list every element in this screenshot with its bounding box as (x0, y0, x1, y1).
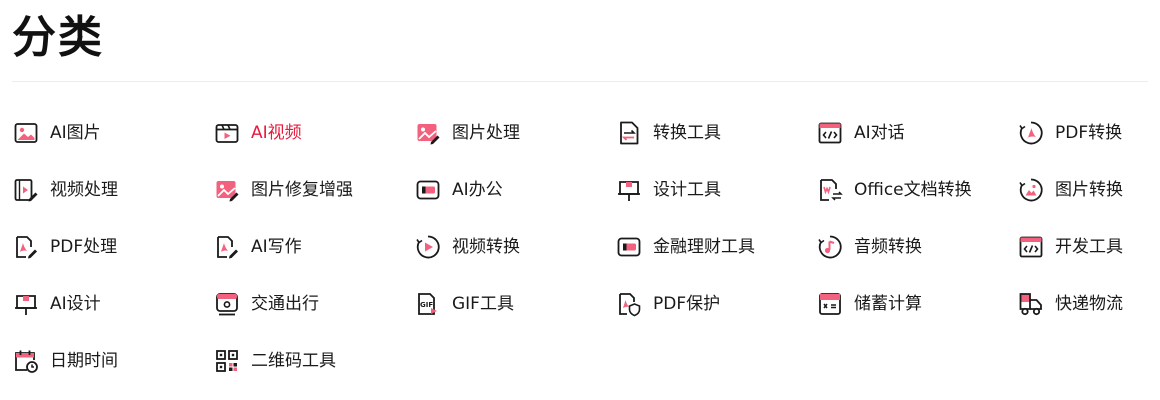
category-label: 二维码工具 (251, 351, 336, 371)
category-label: AI图片 (50, 123, 101, 143)
train-icon (213, 290, 241, 318)
category-label: 日期时间 (50, 351, 118, 371)
category-item-5[interactable]: AI对话 (816, 113, 1017, 153)
category-item-21[interactable]: GIF工具 (414, 284, 615, 324)
title-divider (12, 81, 1148, 82)
qr-code-icon (213, 347, 241, 375)
category-item-15[interactable]: 视频转换 (414, 227, 615, 267)
category-item-26[interactable]: 二维码工具 (213, 341, 414, 381)
category-label: PDF转换 (1055, 123, 1123, 143)
category-label: AI写作 (251, 237, 302, 257)
ai-design-board-icon (12, 290, 40, 318)
category-item-18[interactable]: 开发工具 (1017, 227, 1148, 267)
category-item-19[interactable]: AI设计 (12, 284, 213, 324)
category-label: 设计工具 (653, 180, 721, 200)
category-label: AI设计 (50, 294, 101, 314)
category-label: AI对话 (854, 123, 905, 143)
category-item-13[interactable]: PDF处理 (12, 227, 213, 267)
category-item-11[interactable]: Office文档转换 (816, 170, 1017, 210)
category-label: 快递物流 (1055, 294, 1123, 314)
category-item-10[interactable]: 设计工具 (615, 170, 816, 210)
category-label: PDF处理 (50, 237, 118, 257)
image-convert-icon (1017, 176, 1045, 204)
category-grid: AI图片 AI视频 图片处理 转换工具 AI对话 PDF转换 视频处理 图片修复… (12, 113, 1148, 398)
gif-file-icon (414, 290, 442, 318)
pdf-shield-icon (615, 290, 643, 318)
pdf-write-icon (213, 233, 241, 261)
category-label: GIF工具 (452, 294, 514, 314)
category-page: 分类 AI图片 AI视频 图片处理 转换工具 AI对话 PDF转换 视频处理 图… (0, 0, 1160, 400)
category-item-24[interactable]: 快递物流 (1017, 284, 1148, 324)
category-label: 交通出行 (251, 294, 319, 314)
image-repair-icon (213, 176, 241, 204)
category-item-25[interactable]: 日期时间 (12, 341, 213, 381)
category-item-7[interactable]: 视频处理 (12, 170, 213, 210)
delivery-truck-icon (1017, 290, 1045, 318)
pdf-convert-icon (1017, 119, 1045, 147)
page-title: 分类 (12, 12, 104, 63)
category-item-20[interactable]: 交通出行 (213, 284, 414, 324)
category-item-14[interactable]: AI写作 (213, 227, 414, 267)
audio-convert-icon (816, 233, 844, 261)
word-convert-icon (816, 176, 844, 204)
category-item-12[interactable]: 图片转换 (1017, 170, 1148, 210)
category-label: 视频处理 (50, 180, 118, 200)
category-item-8[interactable]: 图片修复增强 (213, 170, 414, 210)
category-label: 音频转换 (854, 237, 922, 257)
category-label: PDF保护 (653, 294, 721, 314)
code-window-icon (816, 119, 844, 147)
image-edit-icon (414, 119, 442, 147)
video-clapper-icon (213, 119, 241, 147)
category-item-4[interactable]: 转换工具 (615, 113, 816, 153)
category-item-6[interactable]: PDF转换 (1017, 113, 1148, 153)
category-label: 图片修复增强 (251, 180, 353, 200)
dev-window-icon (1017, 233, 1045, 261)
convert-doc-icon (615, 119, 643, 147)
category-label: 开发工具 (1055, 237, 1123, 257)
category-label: 图片转换 (1055, 180, 1123, 200)
category-label: 转换工具 (653, 123, 721, 143)
office-card-icon (414, 176, 442, 204)
category-item-3[interactable]: 图片处理 (414, 113, 615, 153)
category-item-17[interactable]: 音频转换 (816, 227, 1017, 267)
category-label: Office文档转换 (854, 180, 972, 200)
category-item-1[interactable]: AI图片 (12, 113, 213, 153)
category-label: 图片处理 (452, 123, 520, 143)
category-item-16[interactable]: 金融理财工具 (615, 227, 816, 267)
design-board-icon (615, 176, 643, 204)
category-label: 储蓄计算 (854, 294, 922, 314)
video-edit-icon (12, 176, 40, 204)
category-label: 视频转换 (452, 237, 520, 257)
category-item-2[interactable]: AI视频 (213, 113, 414, 153)
image-icon (12, 119, 40, 147)
finance-card-icon (615, 233, 643, 261)
category-item-9[interactable]: AI办公 (414, 170, 615, 210)
category-item-23[interactable]: 储蓄计算 (816, 284, 1017, 324)
category-item-22[interactable]: PDF保护 (615, 284, 816, 324)
category-label: AI办公 (452, 180, 503, 200)
video-convert-icon (414, 233, 442, 261)
pdf-edit-icon (12, 233, 40, 261)
category-label: 金融理财工具 (653, 237, 755, 257)
calculator-icon (816, 290, 844, 318)
category-label: AI视频 (251, 123, 302, 143)
calendar-clock-icon (12, 347, 40, 375)
